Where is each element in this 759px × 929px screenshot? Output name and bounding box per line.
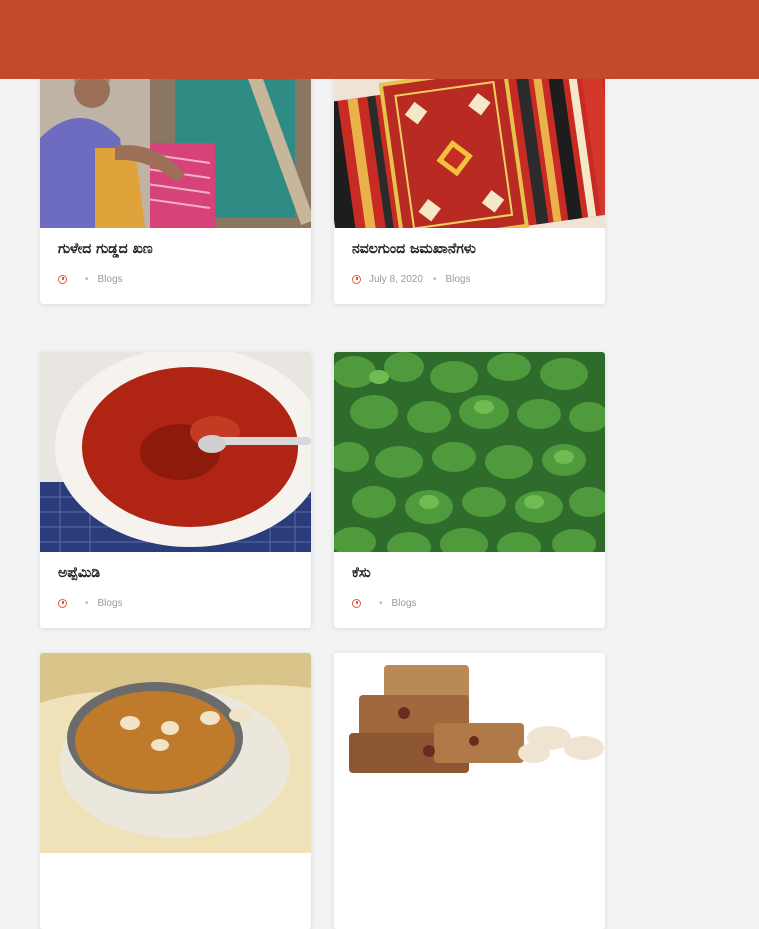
- card-meta: • Blogs: [58, 596, 123, 610]
- card-title[interactable]: ಕೆಸು: [352, 565, 592, 581]
- card-title[interactable]: ಅಪ್ಪೆಮಿಡಿ: [58, 565, 298, 581]
- card-category[interactable]: Blogs: [98, 598, 123, 609]
- card-image-pickle[interactable]: [40, 352, 311, 552]
- card-title[interactable]: ಗುಳೇದ ಗುಡ್ಡದ ಖಣ: [58, 241, 298, 257]
- separator-dot: •: [85, 273, 89, 285]
- card-image-drybars[interactable]: [334, 653, 605, 853]
- blog-card[interactable]: [334, 653, 605, 929]
- clock-icon: [58, 274, 67, 284]
- card-meta: July 8, 2020 • Blogs: [352, 272, 470, 286]
- card-image-leaves[interactable]: [334, 352, 605, 552]
- separator-dot: •: [432, 273, 437, 285]
- site-header: [0, 0, 759, 79]
- separator-dot: •: [379, 597, 383, 609]
- card-meta: • Blogs: [58, 272, 123, 286]
- clock-icon: [352, 274, 361, 284]
- card-category[interactable]: Blogs: [392, 598, 417, 609]
- card-date: July 8, 2020: [369, 273, 423, 285]
- blog-card[interactable]: [40, 653, 311, 929]
- blog-card[interactable]: ಅಪ್ಪೆಮಿಡಿ • Blogs: [40, 352, 311, 628]
- card-category[interactable]: Blogs: [98, 274, 123, 285]
- clock-icon: [352, 598, 361, 608]
- card-image-sweet[interactable]: [40, 653, 311, 853]
- card-meta: • Blogs: [352, 596, 417, 610]
- separator-dot: •: [85, 597, 89, 609]
- blog-card[interactable]: ಕೆಸು • Blogs: [334, 352, 605, 628]
- clock-icon: [58, 598, 67, 608]
- card-title[interactable]: ನವಲಗುಂದ ಜಮಖಾನೆಗಳು: [352, 241, 592, 257]
- card-category[interactable]: Blogs: [445, 274, 470, 285]
